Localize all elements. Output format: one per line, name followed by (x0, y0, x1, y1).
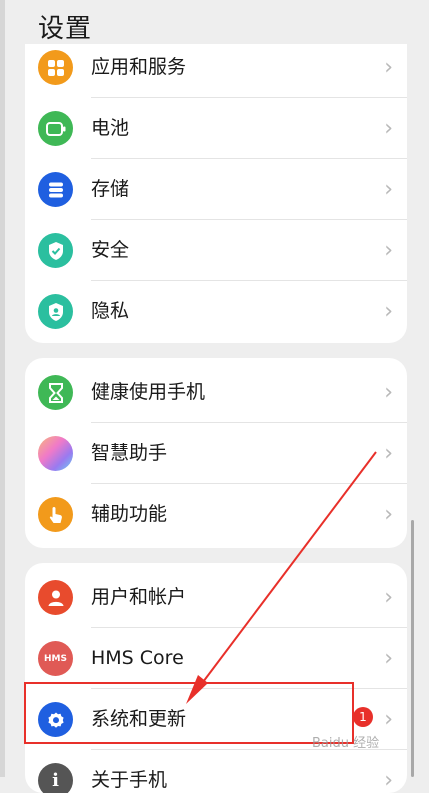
watermark: Baidu 经验 (312, 736, 380, 751)
settings-item-label: 用户和帐户 (91, 586, 187, 608)
battery-icon (38, 111, 73, 146)
settings-group-2: 健康使用手机 › 智慧助手 › 辅助功能 › (25, 358, 407, 548)
info-glyph: i (52, 770, 59, 791)
hms-icon-text: HMS (44, 653, 67, 664)
highlight-box (24, 682, 354, 744)
settings-item-label: 应用和服务 (91, 56, 187, 78)
update-badge: 1 (353, 707, 373, 727)
settings-item-storage[interactable]: 存储 › (25, 159, 407, 220)
settings-item-digital-balance[interactable]: 健康使用手机 › (25, 362, 407, 423)
scrollbar[interactable] (411, 520, 414, 777)
settings-item-label: 隐私 (91, 300, 130, 322)
settings-item-hms-core[interactable]: HMS HMS Core › (25, 628, 407, 689)
settings-item-label: HMS Core (91, 647, 184, 669)
settings-item-battery[interactable]: 电池 › (25, 98, 407, 159)
apps-icon (38, 50, 73, 85)
chevron-right-icon: › (384, 116, 393, 141)
assistant-orb-icon (38, 436, 73, 471)
hand-icon (38, 497, 73, 532)
page-title: 设置 (38, 14, 93, 44)
settings-item-smart-assistant[interactable]: 智慧助手 › (25, 423, 407, 484)
settings-group-3: 用户和帐户 › HMS HMS Core › 系统和更新 › i 关于手机 › (25, 563, 407, 793)
hourglass-icon (38, 375, 73, 410)
info-icon: i (38, 763, 73, 793)
chevron-right-icon: › (384, 585, 393, 610)
chevron-right-icon: › (384, 646, 393, 671)
settings-group-1: 应用和服务 › 电池 › 存储 › 安全 › 隐私 › (25, 44, 407, 343)
user-icon (38, 580, 73, 615)
settings-item-label: 辅助功能 (91, 503, 168, 525)
settings-item-label: 存储 (91, 178, 130, 200)
chevron-right-icon: › (384, 502, 393, 527)
chevron-right-icon: › (384, 238, 393, 263)
chevron-right-icon: › (384, 55, 393, 80)
settings-item-label: 健康使用手机 (91, 381, 206, 403)
storage-icon (38, 172, 73, 207)
settings-item-privacy[interactable]: 隐私 › (25, 281, 407, 342)
shield-check-icon (38, 233, 73, 268)
settings-item-label: 智慧助手 (91, 442, 168, 464)
settings-item-label: 电池 (91, 117, 130, 139)
settings-item-security[interactable]: 安全 › (25, 220, 407, 281)
chevron-right-icon: › (384, 441, 393, 466)
chevron-right-icon: › (384, 707, 393, 732)
settings-item-accessibility[interactable]: 辅助功能 › (25, 484, 407, 545)
privacy-shield-icon (38, 294, 73, 329)
chevron-right-icon: › (384, 768, 393, 793)
chevron-right-icon: › (384, 380, 393, 405)
settings-item-label: 安全 (91, 239, 130, 261)
settings-item-users-accounts[interactable]: 用户和帐户 › (25, 567, 407, 628)
hms-core-icon: HMS (38, 641, 73, 676)
settings-item-label: 关于手机 (91, 769, 168, 791)
chevron-right-icon: › (384, 177, 393, 202)
left-edge (0, 0, 5, 777)
settings-item-apps-services[interactable]: 应用和服务 › (25, 44, 407, 98)
chevron-right-icon: › (384, 299, 393, 324)
settings-item-about-phone[interactable]: i 关于手机 › (25, 750, 407, 793)
